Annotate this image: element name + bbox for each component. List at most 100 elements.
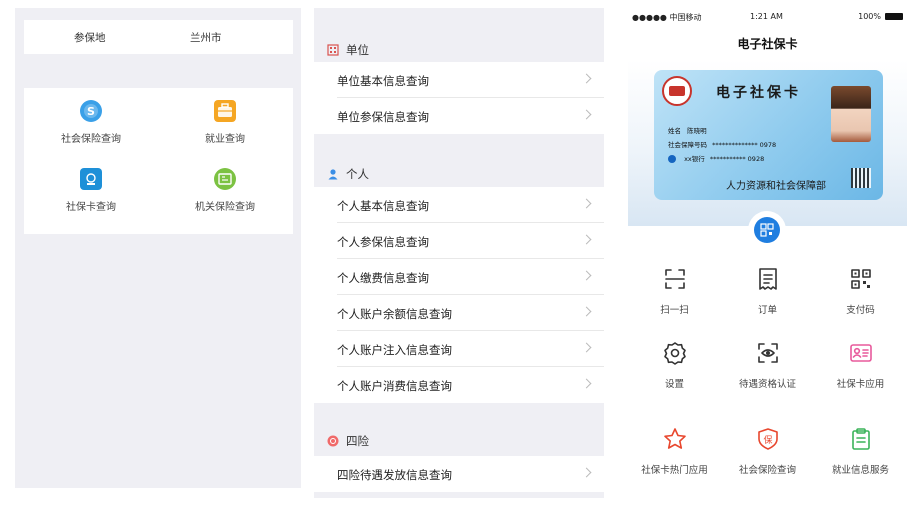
card-emblem-icon: [662, 76, 692, 106]
list-item-account-balance[interactable]: 个人账户余额信息查询: [314, 295, 604, 331]
list-item-label: 个人账户注入信息查询: [337, 343, 452, 357]
action-label: 就业信息服务: [831, 465, 889, 476]
list-item-label: 四险待遇发放信息查询: [337, 468, 452, 482]
list-item-label: 个人参保信息查询: [337, 235, 429, 249]
action-label: 待遇资格认证: [738, 379, 796, 390]
shield-bao-icon: 保: [755, 426, 781, 452]
hot-apps-button[interactable]: 社保卡热门应用: [628, 426, 721, 476]
list-item-label: 个人账户消费信息查询: [337, 379, 452, 393]
qr-code-icon: [848, 266, 874, 292]
list-item-label: 个人缴费信息查询: [337, 271, 429, 285]
chevron-right-icon: [581, 378, 592, 389]
chevron-right-icon: [581, 467, 592, 478]
action-label: 社保卡热门应用: [641, 465, 708, 476]
location-label: 参保地: [74, 32, 106, 44]
section-title: 单位: [346, 43, 369, 57]
card-app-button[interactable]: 社保卡应用: [814, 340, 907, 390]
list-item-unit-insured[interactable]: 单位参保信息查询: [314, 98, 604, 134]
star-icon: [662, 426, 688, 452]
card-icon: [80, 168, 102, 190]
card-qr-icon: [851, 168, 871, 188]
card-number-label: 社会保障号码: [668, 141, 707, 149]
action-label: 社会保险查询: [738, 465, 796, 476]
chevron-right-icon: [581, 198, 592, 209]
svg-text:保: 保: [763, 434, 772, 446]
list-item-personal-basic[interactable]: 个人基本信息查询: [314, 187, 604, 223]
card-number-row: 社会保障号码 ************** 0978: [668, 139, 776, 149]
order-button[interactable]: 订单: [721, 266, 814, 316]
list-item-account-deposit[interactable]: 个人账户注入信息查询: [314, 331, 604, 367]
social-insurance-query-label: 社会保险查询: [61, 134, 121, 145]
carrier-text: ●●●●● 中国移动: [632, 13, 702, 22]
four-insurance-icon: [327, 435, 339, 447]
bank-logo-icon: [668, 155, 676, 163]
receipt-icon: [755, 266, 781, 292]
list-item-label: 单位基本信息查询: [337, 74, 429, 88]
social-card-query-label: 社保卡查询: [66, 202, 116, 213]
insured-location-row[interactable]: 参保地 兰州市: [24, 20, 293, 54]
card-bank-row: xx银行 *********** 0928: [668, 153, 764, 163]
action-label: 订单: [757, 305, 777, 316]
card-bank-label: xx银行: [684, 155, 705, 163]
card-bank-number: *********** 0928: [709, 155, 765, 163]
action-label: 社保卡应用: [836, 379, 885, 390]
institution-insurance-query-button[interactable]: 机关保险查询: [158, 168, 292, 213]
time-text: 1:21 AM: [750, 12, 783, 21]
location-value: 兰州市: [190, 32, 222, 44]
social-insurance-query-button[interactable]: S 社会保险查询: [24, 100, 158, 145]
list-item-account-consumption[interactable]: 个人账户消费信息查询: [314, 367, 604, 403]
action-label: 设置: [664, 379, 684, 390]
battery-icon: [885, 13, 903, 20]
qualification-verify-button[interactable]: 待遇资格认证: [721, 340, 814, 390]
action-label: 扫一扫: [660, 305, 689, 316]
scan-icon: [662, 266, 688, 292]
payment-code-button[interactable]: 支付码: [814, 266, 907, 316]
briefcase-icon: [214, 100, 236, 122]
query-grid: S 社会保险查询 就业查询 社保卡查询 机关保险查询: [24, 88, 293, 234]
insurance-query-panel: 参保地 兰州市 S 社会保险查询 就业查询 社保卡查询 机关保险查询: [15, 8, 301, 488]
page-title: 电子社保卡: [737, 37, 798, 51]
action-label: 支付码: [846, 305, 875, 316]
building-icon: [327, 44, 339, 56]
list-item-personal-insured[interactable]: 个人参保信息查询: [314, 223, 604, 259]
social-security-card[interactable]: 电子社保卡 姓名 陈晓明 社会保障号码 ************** 0978 …: [654, 70, 883, 200]
section-title: 四险: [346, 434, 369, 448]
settings-icon: [662, 340, 688, 366]
employment-query-label: 就业查询: [205, 134, 245, 145]
face-verify-icon: [755, 340, 781, 366]
card-issuer: 人力资源和社会保障部: [726, 181, 826, 192]
card-app-icon: [848, 340, 874, 366]
section-title: 个人: [346, 167, 369, 181]
status-bar: ●●●●● 中国移动 1:21 AM 100%: [628, 8, 907, 26]
info-query-list-panel: 单位 单位基本信息查询 单位参保信息查询 个人 个人基本信息查询 个人参保信息查…: [314, 8, 604, 498]
social-insurance-icon: S: [80, 100, 102, 122]
chevron-right-icon: [581, 270, 592, 281]
employment-info-button[interactable]: 就业信息服务: [814, 426, 907, 476]
scan-button[interactable]: 扫一扫: [628, 266, 721, 316]
chevron-right-icon: [581, 73, 592, 84]
card-portrait: [831, 86, 871, 142]
list-item-label: 个人基本信息查询: [337, 199, 429, 213]
settings-button[interactable]: 设置: [628, 340, 721, 390]
card-number: ************** 0978: [712, 141, 777, 149]
svg-text:S: S: [87, 105, 95, 118]
card-name-label: 姓名: [668, 127, 681, 135]
list-item-four-insurance-payout[interactable]: 四险待遇发放信息查询: [314, 456, 604, 492]
social-card-query-button[interactable]: 社保卡查询: [24, 168, 158, 213]
list-item-label: 个人账户余额信息查询: [337, 307, 452, 321]
person-icon: [328, 169, 338, 180]
card-name-row: 姓名 陈晓明: [668, 125, 707, 135]
chevron-right-icon: [581, 342, 592, 353]
list-item-personal-payment[interactable]: 个人缴费信息查询: [314, 259, 604, 295]
list-item-unit-basic[interactable]: 单位基本信息查询: [314, 62, 604, 98]
chevron-right-icon: [581, 109, 592, 120]
action-grid: 扫一扫 订单 支付码 设置 待遇资格认证 社保卡应用 社保卡热门应用 保 社会保…: [628, 240, 907, 484]
employment-query-button[interactable]: 就业查询: [158, 100, 292, 145]
e-social-security-card-panel: ●●●●● 中国移动 1:21 AM 100% 电子社保卡 电子社保卡 姓名 陈…: [628, 8, 907, 484]
chevron-right-icon: [581, 234, 592, 245]
institution-insurance-query-label: 机关保险查询: [195, 202, 255, 213]
social-insurance-query-action[interactable]: 保 社会保险查询: [721, 426, 814, 476]
clipboard-icon: [848, 426, 874, 452]
card-name: 陈晓明: [687, 127, 707, 135]
id-card-icon: [214, 168, 236, 190]
